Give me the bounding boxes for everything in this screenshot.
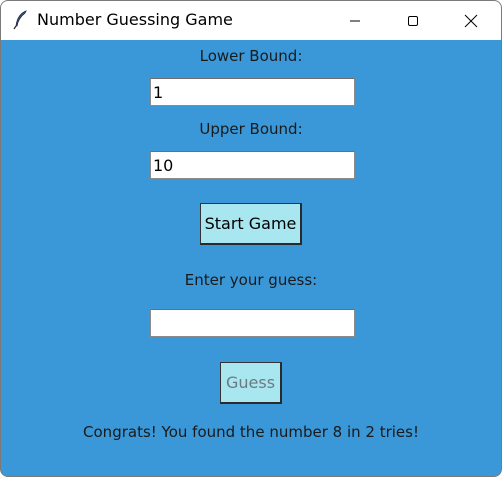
result-message: Congrats! You found the number 8 in 2 tr… (83, 423, 419, 441)
close-button[interactable] (442, 1, 500, 40)
upper-bound-label: Upper Bound: (199, 120, 303, 138)
maximize-button[interactable] (384, 1, 442, 40)
game-panel: Lower Bound: Upper Bound: Start Game Ent… (1, 40, 501, 476)
lower-bound-input[interactable] (150, 78, 355, 106)
guess-input[interactable] (150, 309, 355, 337)
maximize-icon (408, 15, 418, 26)
guess-label: Enter your guess: (184, 271, 318, 289)
lower-bound-label: Lower Bound: (199, 47, 303, 65)
feather-icon (13, 10, 29, 30)
guess-button[interactable]: Guess (220, 362, 282, 404)
title-bar[interactable]: Number Guessing Game (1, 1, 501, 40)
window-title: Number Guessing Game (37, 10, 233, 29)
close-icon (464, 14, 478, 27)
minimize-button[interactable] (326, 1, 384, 40)
app-window: Number Guessing Game Lower Bound: Upper … (0, 0, 502, 477)
minimize-icon (350, 20, 360, 21)
upper-bound-input[interactable] (150, 151, 355, 179)
start-game-button[interactable]: Start Game (200, 203, 302, 245)
